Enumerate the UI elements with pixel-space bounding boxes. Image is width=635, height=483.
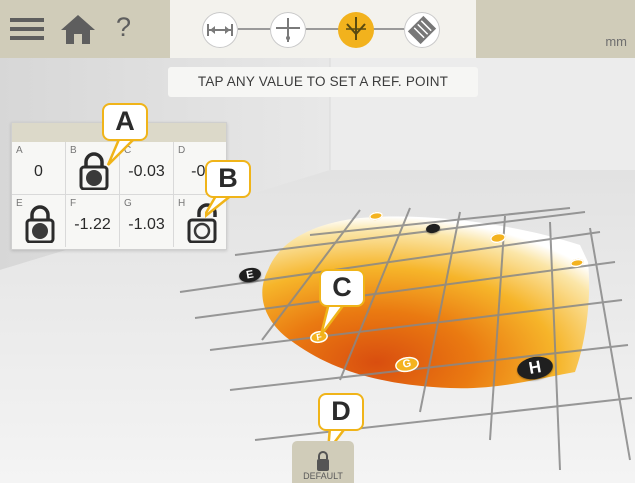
default-button[interactable]: DEFAULT <box>292 441 354 483</box>
app-screen: E F G H ? mm TAP ANY VALUE TO SET A REF. PO… <box>0 0 635 483</box>
default-button-label: DEFAULT <box>303 471 343 481</box>
topbar-right <box>476 0 635 58</box>
cell-value: -1.03 <box>128 216 165 233</box>
step-crosshair-button[interactable] <box>270 12 306 48</box>
locked-icon <box>25 205 55 243</box>
callout-a-label: A <box>102 103 148 141</box>
value-cell-a[interactable]: A0 <box>12 142 66 195</box>
step-connector <box>205 28 435 30</box>
cell-label: F <box>70 198 77 209</box>
distance-icon <box>207 24 233 36</box>
cell-label: G <box>124 198 132 209</box>
home-icon[interactable] <box>58 8 100 50</box>
cell-value: -1.22 <box>74 216 111 233</box>
crosshair-icon <box>276 18 300 42</box>
callout-c-label: C <box>319 269 365 307</box>
callout-d-label: D <box>318 393 364 431</box>
unit-label: mm <box>605 34 627 49</box>
cell-label: D <box>178 145 186 156</box>
cell-label: B <box>70 145 77 156</box>
cell-label: H <box>178 198 186 209</box>
value-cell-g[interactable]: G -1.03 <box>120 195 174 247</box>
callout-b-label: B <box>205 160 251 198</box>
reference-hint: TAP ANY VALUE TO SET A REF. POINT <box>168 67 478 97</box>
value-cell-e[interactable]: E <box>12 195 66 247</box>
report-icon <box>407 15 437 45</box>
cell-value: 0 <box>34 163 43 180</box>
step-distance-button[interactable] <box>202 12 238 48</box>
step-report-button[interactable] <box>404 12 440 48</box>
flatness-icon <box>346 17 366 40</box>
help-icon[interactable]: ? <box>108 8 138 50</box>
value-cell-f[interactable]: F -1.22 <box>66 195 120 247</box>
top-bar: ? mm <box>0 0 635 58</box>
cell-label: E <box>16 198 23 209</box>
help-mark: ? <box>116 12 132 42</box>
menu-icon[interactable] <box>8 8 50 50</box>
step-flatness-button[interactable] <box>338 12 374 48</box>
cell-label: A <box>16 145 23 156</box>
